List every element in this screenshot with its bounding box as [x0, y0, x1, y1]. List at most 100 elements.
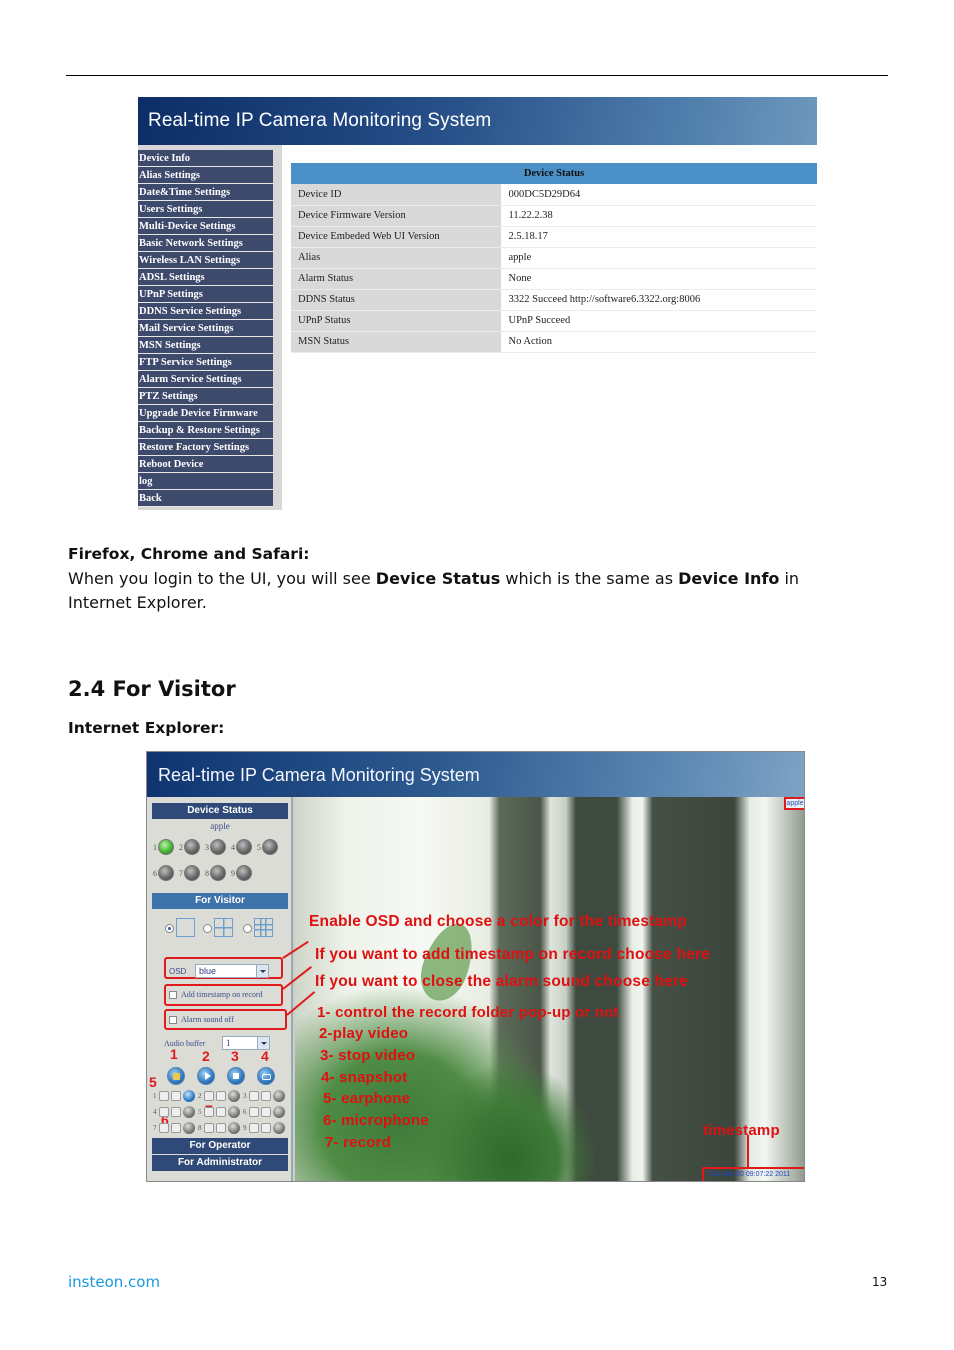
channel-number: 6	[243, 1108, 247, 1116]
alarm-sound-off-checkbox[interactable]	[169, 1016, 177, 1024]
channel-number: 8	[198, 1124, 202, 1132]
annotation-timestamp: timestamp	[703, 1122, 780, 1139]
device-status-header[interactable]: Device Status	[152, 803, 288, 819]
annotation-alarm-sound: If you want to close the alarm sound cho…	[315, 973, 689, 990]
timestamp-overlay: Tue Sep 20 09:07:22 2011	[702, 1167, 804, 1181]
nav-item-restore-factory-settings[interactable]: Restore Factory Settings	[138, 439, 273, 456]
nav-item-msn-settings[interactable]: MSN Settings	[138, 337, 273, 354]
status-row: MSN Status No Action	[291, 331, 817, 353]
nav-item-basic-network-settings[interactable]: Basic Network Settings	[138, 235, 273, 252]
camera-indicator[interactable]: 3	[205, 839, 231, 857]
record-icon[interactable]	[228, 1122, 240, 1134]
earphone-icon[interactable]	[249, 1123, 259, 1133]
record-icon[interactable]	[273, 1106, 285, 1118]
record-icon[interactable]	[228, 1106, 240, 1118]
camera-indicator[interactable]: 6	[153, 865, 179, 883]
camera-indicator[interactable]: 7	[179, 865, 205, 883]
earphone-icon[interactable]	[249, 1091, 259, 1101]
camera-indicator[interactable]: 4	[231, 839, 257, 857]
camera-online-icon	[158, 839, 174, 855]
record-icon[interactable]	[183, 1106, 195, 1118]
nav-item-mail-service-settings[interactable]: Mail Service Settings	[138, 320, 273, 337]
microphone-icon[interactable]	[171, 1091, 181, 1101]
radio[interactable]	[203, 924, 212, 933]
microphone-icon[interactable]	[261, 1091, 271, 1101]
nav-item-wireless-lan-settings[interactable]: Wireless LAN Settings	[138, 252, 273, 269]
nav-item-back[interactable]: Back	[138, 490, 273, 507]
earphone-icon[interactable]	[204, 1091, 214, 1101]
annotation-earphone: 5- earphone	[323, 1090, 411, 1107]
add-timestamp-option[interactable]: Add timestamp on record	[167, 988, 285, 1004]
for-visitor-header[interactable]: For Visitor	[152, 893, 288, 909]
radio-selected[interactable]	[165, 924, 174, 933]
nav-item-date-time-settings[interactable]: Date&Time Settings	[138, 184, 273, 201]
radio[interactable]	[243, 924, 252, 933]
record-icon[interactable]	[273, 1122, 285, 1134]
nav-item-device-info[interactable]: Device Info	[138, 150, 273, 167]
nav-item-upnp-settings[interactable]: UPnP Settings	[138, 286, 273, 303]
osd-color-select[interactable]: blue	[195, 964, 269, 978]
camera-indicator[interactable]: 1	[153, 839, 179, 857]
camera-indicator[interactable]: 9	[231, 865, 257, 883]
add-timestamp-checkbox[interactable]	[169, 991, 177, 999]
layout-options	[165, 917, 285, 939]
nav-item-ptz-settings[interactable]: PTZ Settings	[138, 388, 273, 405]
status-label: Device Firmware Version	[291, 205, 502, 227]
microphone-icon[interactable]	[216, 1091, 226, 1101]
alarm-sound-off-option[interactable]: Alarm sound off	[167, 1013, 285, 1029]
record-icon[interactable]	[183, 1090, 195, 1102]
nav-item-log[interactable]: log	[138, 473, 273, 490]
camera-indicator[interactable]: 2	[179, 839, 205, 857]
status-label: Device Embeded Web UI Version	[291, 226, 502, 248]
nav-item-multi-device-settings[interactable]: Multi-Device Settings	[138, 218, 273, 235]
channel-controls: 9	[243, 1121, 288, 1136]
earphone-icon[interactable]	[249, 1107, 259, 1117]
earphone-icon[interactable]	[159, 1091, 169, 1101]
nav-item-alias-settings[interactable]: Alias Settings	[138, 167, 273, 184]
snapshot-button[interactable]	[257, 1067, 275, 1085]
record-folder-button[interactable]	[167, 1067, 185, 1085]
play-video-button[interactable]	[197, 1067, 215, 1085]
for-administrator-button[interactable]: For Administrator	[152, 1155, 288, 1171]
channel-number: 1	[153, 1092, 157, 1100]
osd-color-value: blue	[199, 966, 217, 976]
live-video[interactable]: apple Enable OSD and choose a color for …	[295, 797, 804, 1181]
nav-item-adsl-settings[interactable]: ADSL Settings	[138, 269, 273, 286]
microphone-icon[interactable]	[216, 1123, 226, 1133]
settings-sidebar: Device Info Alias Settings Date&Time Setti…	[138, 145, 282, 510]
microphone-icon[interactable]	[171, 1123, 181, 1133]
microphone-icon[interactable]	[216, 1107, 226, 1117]
record-icon[interactable]	[183, 1122, 195, 1134]
device-status-header: Device Status	[291, 163, 817, 184]
microphone-icon[interactable]	[261, 1107, 271, 1117]
earphone-icon[interactable]	[204, 1107, 214, 1117]
earphone-icon[interactable]	[159, 1107, 169, 1117]
nav-item-alarm-service-settings[interactable]: Alarm Service Settings	[138, 371, 273, 388]
intro-paragraph: When you login to the UI, you will see D…	[68, 567, 858, 615]
footer-website-link[interactable]: insteon.com	[68, 1273, 160, 1291]
microphone-icon[interactable]	[261, 1123, 271, 1133]
earphone-icon[interactable]	[204, 1123, 214, 1133]
camera-indicator[interactable]: 5	[257, 839, 283, 857]
add-timestamp-label: Add timestamp on record	[181, 990, 263, 999]
nav-item-users-settings[interactable]: Users Settings	[138, 201, 273, 218]
channel-controls: 5	[198, 1105, 243, 1120]
nav-item-backup-restore-settings[interactable]: Backup & Restore Settings	[138, 422, 273, 439]
status-row: Alias apple	[291, 247, 817, 269]
nav-item-ddns-service-settings[interactable]: DDNS Service Settings	[138, 303, 273, 320]
quad-view-icon	[214, 918, 233, 937]
nav-item-upgrade-device-firmware[interactable]: Upgrade Device Firmware	[138, 405, 273, 422]
for-operator-button[interactable]: For Operator	[152, 1138, 288, 1154]
callout-number-5: 5	[149, 1074, 157, 1090]
stop-video-button[interactable]	[227, 1067, 245, 1085]
status-value: 11.22.2.38	[501, 205, 817, 227]
header-rule	[66, 75, 888, 76]
nav-item-reboot-device[interactable]: Reboot Device	[138, 456, 273, 473]
status-label: UPnP Status	[291, 310, 502, 332]
camera-indicator[interactable]: 8	[205, 865, 231, 883]
earphone-icon[interactable]	[159, 1123, 169, 1133]
nav-item-ftp-service-settings[interactable]: FTP Service Settings	[138, 354, 273, 371]
microphone-icon[interactable]	[171, 1107, 181, 1117]
record-icon[interactable]	[273, 1090, 285, 1102]
record-icon[interactable]	[228, 1090, 240, 1102]
